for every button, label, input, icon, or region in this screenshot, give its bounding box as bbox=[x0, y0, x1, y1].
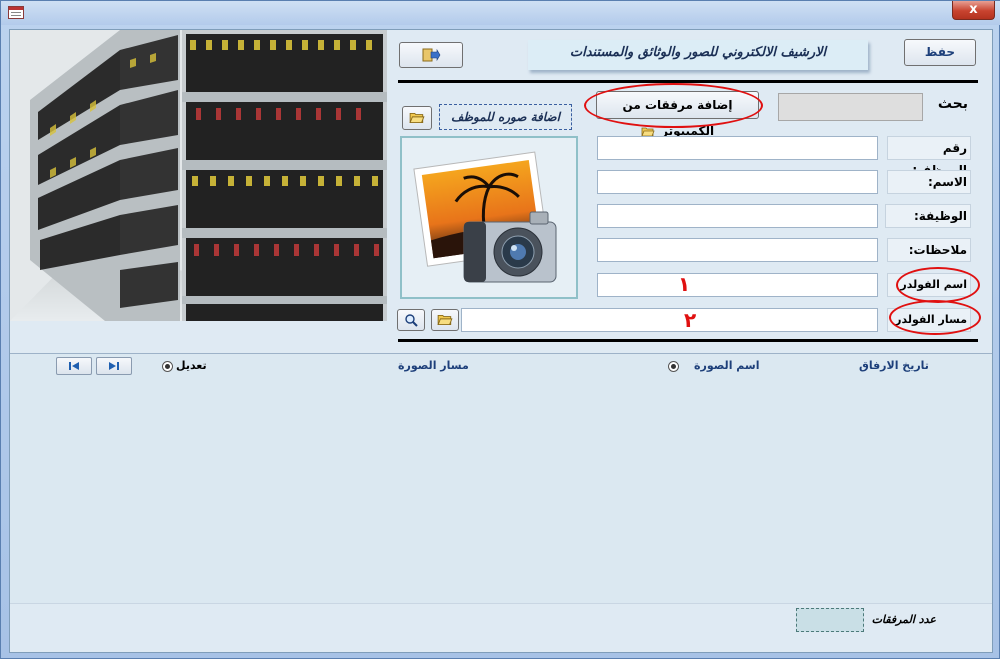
edit-column-header: تعديل bbox=[176, 359, 207, 372]
top-divider bbox=[398, 80, 978, 83]
app-window: x الارشيف الالكتروني للصور والوثائق والم… bbox=[0, 0, 1000, 659]
folder-open-icon bbox=[409, 112, 425, 124]
form-title: الارشيف الالكتروني للصور والوثائق والمست… bbox=[528, 40, 868, 70]
close-button[interactable]: x bbox=[952, 1, 995, 20]
employee-number-input[interactable] bbox=[597, 136, 878, 160]
notes-input[interactable] bbox=[597, 238, 878, 262]
attach-date-column-header: تاريخ الارفاق bbox=[859, 359, 929, 372]
employee-photo-frame[interactable] bbox=[400, 136, 578, 299]
name-label: الاسم: bbox=[887, 170, 971, 194]
job-label: الوظيفة: bbox=[885, 204, 971, 228]
search-input[interactable] bbox=[778, 93, 923, 121]
folder-open-icon bbox=[437, 314, 453, 326]
first-record-icon bbox=[69, 362, 79, 370]
attachments-list-header: تعديل مسار الصورة اسم الصورة تاريخ الارف… bbox=[10, 354, 992, 380]
last-record-icon bbox=[109, 362, 119, 370]
folder-name-input[interactable] bbox=[597, 273, 878, 297]
archive-shelves-image bbox=[10, 30, 387, 321]
search-label: بحث bbox=[937, 96, 968, 112]
job-input[interactable] bbox=[597, 204, 878, 228]
form-header: الارشيف الالكتروني للصور والوثائق والمست… bbox=[10, 30, 992, 353]
camera-photo-icon bbox=[413, 151, 557, 283]
form-icon bbox=[8, 6, 24, 19]
folder-path-label: مسار الفولدر bbox=[887, 308, 971, 332]
notes-label: ملاحظات: bbox=[887, 238, 971, 262]
shelves-illustration bbox=[10, 30, 387, 321]
attachments-count-field bbox=[796, 608, 864, 632]
exit-button[interactable] bbox=[399, 42, 463, 68]
annotation-two: ٢ bbox=[684, 308, 697, 332]
folder-path-search-button[interactable] bbox=[397, 309, 425, 331]
edit-radio[interactable] bbox=[162, 361, 173, 372]
form-footer: عدد المرفقات bbox=[10, 603, 992, 652]
folder-path-browse-button[interactable] bbox=[431, 309, 459, 331]
attach-from-computer-button[interactable]: إضافة مرفقات من الكمبيوتر bbox=[596, 91, 759, 138]
last-record-button[interactable] bbox=[96, 357, 132, 375]
save-button[interactable]: حفظ bbox=[904, 39, 976, 66]
image-name-radio[interactable] bbox=[668, 361, 679, 372]
image-name-column-header: اسم الصورة bbox=[694, 359, 760, 372]
add-employee-photo-browse-button[interactable] bbox=[402, 106, 432, 130]
annotation-one: ١ bbox=[678, 272, 691, 296]
attachments-count-label: عدد المرفقات bbox=[871, 613, 936, 626]
folder-name-label: اسم الفولدر bbox=[887, 273, 971, 297]
name-input[interactable] bbox=[597, 170, 878, 194]
employee-number-label: رقم الموظف: bbox=[887, 136, 971, 177]
exit-icon bbox=[422, 48, 441, 62]
form-client-area: الارشيف الالكتروني للصور والوثائق والمست… bbox=[9, 29, 993, 653]
image-path-column-header: مسار الصورة bbox=[398, 359, 469, 372]
add-employee-photo-label: اضافة صوره للموظف bbox=[439, 104, 572, 130]
title-bar: x bbox=[1, 1, 1000, 25]
first-record-button[interactable] bbox=[56, 357, 92, 375]
folder-path-input[interactable] bbox=[461, 308, 878, 332]
magnifier-icon bbox=[405, 314, 418, 327]
attach-button-label: إضافة مرفقات من الكمبيوتر bbox=[622, 98, 733, 138]
bottom-divider bbox=[398, 339, 978, 342]
